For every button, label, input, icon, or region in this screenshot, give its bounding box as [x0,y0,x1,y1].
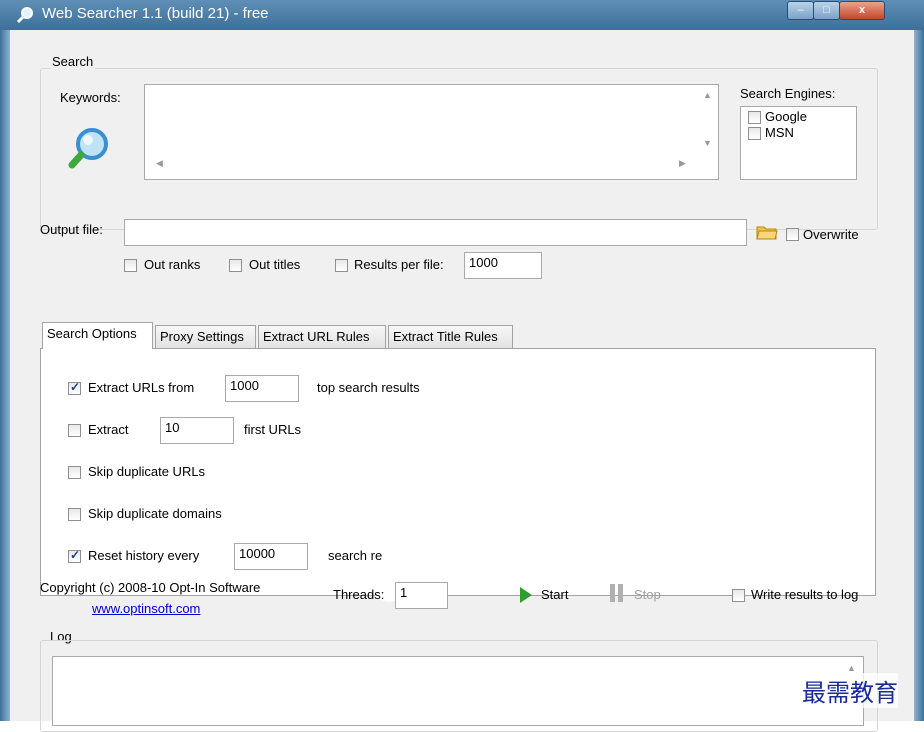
window-frame-right [914,30,924,721]
search-options-panel: Extract URLs from 1000 top search result… [40,348,876,610]
extract-suffix: first URLs [244,422,302,437]
play-icon [520,587,532,603]
window-title: Web Searcher 1.1 (build 21) - free [42,5,269,22]
out-ranks-checkbox[interactable] [124,259,137,272]
output-file-input[interactable] [124,219,747,246]
extract-urls-value: 1000 [230,378,259,393]
extract-urls-suffix: top search results [317,380,420,395]
tab-search-options[interactable]: Search Options [42,322,153,349]
client-area: Search Keywords: ▲ ▼ ◀ ▶ Search Engines:… [10,30,914,732]
skip-duplicate-domains-label: Skip duplicate domains [88,506,222,521]
start-label: Start [541,587,569,602]
title-bar[interactable]: Web Searcher 1.1 (build 21) - free – □ x [0,0,924,30]
pause-icon [610,584,623,602]
extract-urls-input[interactable]: 1000 [225,375,299,402]
extract-first-input[interactable]: 10 [160,417,234,444]
threads-label: Threads: [333,587,385,602]
results-per-file-value: 1000 [469,255,498,270]
log-scroll-up-icon[interactable]: ▲ [847,663,856,673]
overwrite-checkbox[interactable] [786,228,799,241]
skip-duplicate-urls-checkbox[interactable] [68,466,81,479]
skip-duplicate-domains-checkbox[interactable] [68,508,81,521]
out-ranks-label: Out ranks [144,257,201,272]
out-titles-checkbox[interactable] [229,259,242,272]
write-results-log-checkbox[interactable] [732,589,745,602]
close-button[interactable]: x [839,1,885,20]
extract-urls-checkbox[interactable] [68,380,81,395]
extract-urls-label: Extract URLs from [88,380,195,395]
window-frame-left [0,30,10,721]
minimize-button[interactable]: – [787,1,814,20]
browse-folder-icon[interactable] [756,223,778,241]
threads-value: 1 [400,585,408,600]
results-per-file-input[interactable]: 1000 [464,252,542,279]
extract-label: Extract [88,422,129,437]
reset-history-input[interactable]: 10000 [234,543,308,570]
stop-label: Stop [634,587,661,602]
keywords-textarea[interactable] [144,84,719,180]
copyright-text: Copyright (c) 2008-10 Opt-In Software [40,580,261,595]
extract-first-value: 10 [165,420,180,435]
tab-proxy-settings[interactable]: Proxy Settings [155,325,256,348]
engine-msn-label: MSN [765,125,794,140]
stop-button[interactable]: Stop [608,582,678,608]
engine-google-label: Google [765,109,807,124]
output-file-label: Output file: [40,222,103,237]
engine-msn-checkbox[interactable] [748,127,761,140]
website-link[interactable]: www.optinsoft.com [92,601,200,616]
extract-checkbox[interactable] [68,424,81,437]
watermark-text: 最需教育 [802,673,898,708]
results-per-file-checkbox[interactable] [335,259,348,272]
log-textarea[interactable] [52,656,864,726]
search-group-label: Search [50,54,96,69]
keywords-scroll-up-icon[interactable]: ▲ [703,90,712,100]
reset-history-suffix: search re [328,548,383,563]
start-button[interactable]: Start [515,582,585,608]
write-results-log-label: Write results to log [751,587,859,602]
app-search-icon [16,7,33,24]
engine-google-checkbox[interactable] [748,111,761,124]
out-titles-label: Out titles [249,257,301,272]
results-per-file-label: Results per file: [354,257,444,272]
keywords-scroll-right-icon[interactable]: ▶ [679,158,686,169]
search-engines-label: Search Engines: [740,86,836,101]
reset-history-checkbox[interactable] [68,548,81,563]
search-magnifier-icon [68,128,108,169]
keywords-scroll-down-icon[interactable]: ▼ [703,138,712,148]
tab-extract-url-rules[interactable]: Extract URL Rules [258,325,386,348]
keywords-scroll-left-icon[interactable]: ◀ [156,158,163,169]
skip-duplicate-urls-label: Skip duplicate URLs [88,464,206,479]
keywords-label: Keywords: [60,90,121,105]
reset-history-value: 10000 [239,546,276,561]
tab-extract-title-rules[interactable]: Extract Title Rules [388,325,513,348]
overwrite-label: Overwrite [803,227,859,242]
reset-history-label: Reset history every [88,548,200,563]
threads-input[interactable]: 1 [395,582,448,609]
maximize-button[interactable]: □ [813,1,840,20]
